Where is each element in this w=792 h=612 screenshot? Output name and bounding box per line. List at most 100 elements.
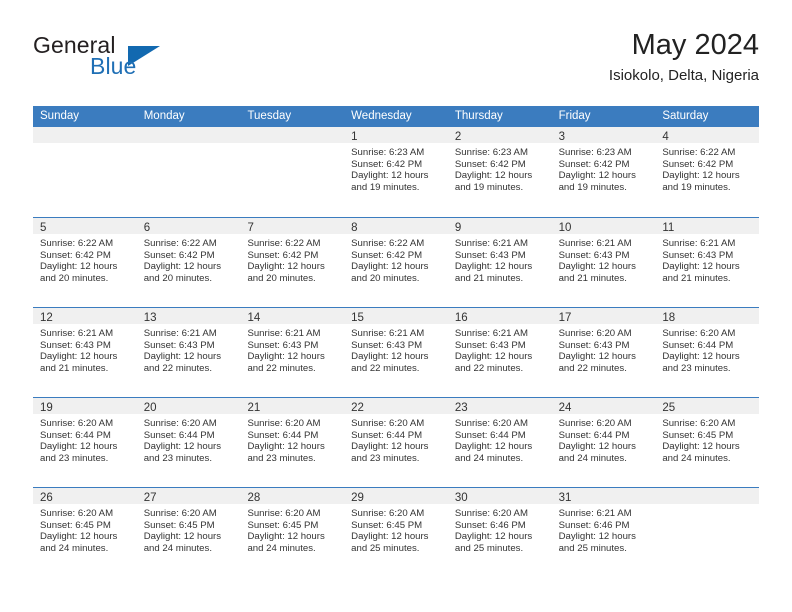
day-number-band: 6 — [136, 218, 241, 234]
sunrise-text: Sunrise: 6:20 AM — [662, 418, 736, 429]
sunrise-text: Sunrise: 6:22 AM — [40, 238, 114, 249]
day-number-band: 2 — [447, 127, 552, 143]
sunset-text: Sunset: 6:42 PM — [351, 158, 423, 170]
daylight-text-line2: and 19 minutes. — [351, 181, 420, 193]
daylight-text-line1: Daylight: 12 hours — [558, 261, 636, 273]
calendar-day-cell[interactable]: 28 Sunrise: 6:20 AM Sunset: 6:45 PM Dayligh… — [240, 488, 345, 577]
calendar-weeks: 1 Sunrise: 6:23 AM Sunset: 6:42 PM Daylight… — [33, 127, 760, 577]
calendar-day-cell[interactable]: 12 Sunrise: 6:21 AM Sunset: 6:43 PM Dayligh… — [33, 308, 137, 397]
day-number-band: 26 — [33, 488, 137, 504]
calendar-day-cell[interactable]: 15 Sunrise: 6:21 AM Sunset: 6:43 PM Dayligh… — [344, 308, 448, 397]
sunrise-text: Sunrise: 6:20 AM — [247, 508, 321, 519]
daylight-text-line1: Daylight: 12 hours — [351, 441, 429, 453]
daylight-text-line1: Daylight: 12 hours — [247, 351, 325, 363]
calendar-day-cell[interactable]: 21 Sunrise: 6:20 AM Sunset: 6:44 PM Dayligh… — [240, 398, 345, 487]
calendar-day-cell[interactable]: 26 Sunrise: 6:20 AM Sunset: 6:45 PM Dayligh… — [33, 488, 137, 577]
sunset-text: Sunset: 6:42 PM — [143, 249, 215, 261]
day-number-band: 4 — [655, 127, 760, 143]
sunset-text: Sunset: 6:43 PM — [351, 339, 423, 351]
calendar-day-cell[interactable]: 3 Sunrise: 6:23 AM Sunset: 6:42 PM Daylight… — [551, 127, 656, 217]
daylight-text-line2: and 24 minutes. — [558, 452, 627, 464]
calendar-day-cell[interactable]: 30 Sunrise: 6:20 AM Sunset: 6:46 PM Dayligh… — [447, 488, 552, 577]
weekday-header-thursday: Thursday — [454, 110, 503, 122]
calendar-day-cell[interactable]: 1 Sunrise: 6:23 AM Sunset: 6:42 PM Daylight… — [344, 127, 448, 217]
calendar-day-cell[interactable]: 20 Sunrise: 6:20 AM Sunset: 6:44 PM Dayligh… — [136, 398, 241, 487]
day-number-band: 18 — [655, 308, 760, 324]
sunset-text: Sunset: 6:43 PM — [662, 249, 734, 261]
day-number: 27 — [143, 492, 157, 504]
calendar-day-cell[interactable]: 10 Sunrise: 6:21 AM Sunset: 6:43 PM Dayligh… — [551, 218, 656, 307]
sunrise-text: Sunrise: 6:23 AM — [454, 147, 528, 158]
calendar-day-cell[interactable]: 17 Sunrise: 6:20 AM Sunset: 6:43 PM Dayligh… — [551, 308, 656, 397]
day-number: 4 — [662, 131, 669, 143]
daylight-text-line2: and 24 minutes. — [454, 452, 524, 464]
calendar-day-cell[interactable]: 24 Sunrise: 6:20 AM Sunset: 6:44 PM Dayligh… — [551, 398, 656, 487]
calendar-day-cell[interactable]: 16 Sunrise: 6:21 AM Sunset: 6:43 PM Dayligh… — [447, 308, 552, 397]
calendar-day-cell[interactable]: 4 Sunrise: 6:22 AM Sunset: 6:42 PM Daylight… — [655, 127, 760, 217]
day-sun-info: Sunrise: 6:22 AM Sunset: 6:42 PM Daylight:… — [655, 143, 759, 193]
calendar-day-cell[interactable]: 19 Sunrise: 6:20 AM Sunset: 6:44 PM Dayligh… — [33, 398, 137, 487]
daylight-text-line1: Daylight: 12 hours — [558, 351, 636, 363]
daylight-text-line1: Daylight: 12 hours — [454, 351, 533, 363]
calendar-day-cell[interactable]: 13 Sunrise: 6:21 AM Sunset: 6:43 PM Dayligh… — [136, 308, 241, 397]
sunset-text: Sunset: 6:44 PM — [143, 429, 215, 441]
day-number: 9 — [454, 222, 462, 234]
sunset-text: Sunset: 6:44 PM — [558, 429, 630, 441]
day-sun-info: Sunrise: 6:20 AM Sunset: 6:44 PM Daylight:… — [137, 414, 241, 464]
daylight-text-line1: Daylight: 12 hours — [143, 351, 222, 363]
day-number-band: 12 — [33, 308, 137, 324]
calendar-day-cell[interactable]: 31 Sunrise: 6:21 AM Sunset: 6:46 PM Dayligh… — [551, 488, 656, 577]
calendar-day-cell[interactable]: 8 Sunrise: 6:22 AM Sunset: 6:42 PM Daylight… — [344, 218, 448, 307]
calendar-day-cell[interactable]: 14 Sunrise: 6:21 AM Sunset: 6:43 PM Dayligh… — [240, 308, 345, 397]
daylight-text-line2: and 24 minutes. — [40, 542, 109, 554]
day-number-band: 20 — [136, 398, 241, 414]
weekday-header-sunday: Sunday — [40, 110, 80, 122]
daylight-text-line2: and 24 minutes. — [143, 542, 212, 554]
daylight-text-line1: Daylight: 12 hours — [454, 261, 533, 273]
day-number: 19 — [40, 402, 53, 414]
sunrise-text: Sunrise: 6:20 AM — [247, 418, 321, 429]
daylight-text-line1: Daylight: 12 hours — [454, 441, 533, 453]
daylight-text-line1: Daylight: 12 hours — [558, 531, 636, 543]
daylight-text-line1: Daylight: 12 hours — [558, 170, 636, 182]
daylight-text-line2: and 21 minutes. — [558, 272, 627, 284]
day-sun-info: Sunrise: 6:20 AM Sunset: 6:44 PM Daylight:… — [552, 414, 656, 464]
day-number: 11 — [662, 222, 675, 234]
calendar-day-cell[interactable]: 29 Sunrise: 6:20 AM Sunset: 6:45 PM Dayligh… — [344, 488, 448, 577]
calendar-day-cell[interactable]: 2 Sunrise: 6:23 AM Sunset: 6:42 PM Daylight… — [447, 127, 552, 217]
calendar-day-cell[interactable]: 27 Sunrise: 6:20 AM Sunset: 6:45 PM Dayligh… — [136, 488, 241, 577]
day-number: 12 — [40, 312, 53, 324]
sunrise-text: Sunrise: 6:21 AM — [558, 508, 632, 519]
calendar-day-cell[interactable]: 6 Sunrise: 6:22 AM Sunset: 6:42 PM Daylight… — [136, 218, 241, 307]
day-number: 7 — [247, 222, 254, 234]
daylight-text-line1: Daylight: 12 hours — [247, 261, 325, 273]
sunrise-text: Sunrise: 6:21 AM — [40, 328, 114, 339]
sunrise-text: Sunrise: 6:23 AM — [558, 147, 632, 158]
calendar-day-cell[interactable]: 18 Sunrise: 6:20 AM Sunset: 6:44 PM Dayligh… — [655, 308, 760, 397]
sunrise-text: Sunrise: 6:20 AM — [143, 418, 217, 429]
daylight-text-line2: and 22 minutes. — [558, 362, 627, 374]
day-number-band: 27 — [136, 488, 241, 504]
day-number: 26 — [40, 492, 53, 504]
day-number-band: 29 — [344, 488, 448, 504]
calendar-day-cell[interactable]: 22 Sunrise: 6:20 AM Sunset: 6:44 PM Dayligh… — [344, 398, 448, 487]
calendar-day-cell[interactable]: 7 Sunrise: 6:22 AM Sunset: 6:42 PM Daylight… — [240, 218, 345, 307]
calendar-day-cell[interactable]: 9 Sunrise: 6:21 AM Sunset: 6:43 PM Daylight… — [447, 218, 552, 307]
daylight-text-line2: and 19 minutes. — [558, 181, 627, 193]
day-number-band: 30 — [447, 488, 552, 504]
calendar-day-cell[interactable]: 23 Sunrise: 6:20 AM Sunset: 6:44 PM Dayligh… — [447, 398, 552, 487]
day-number-band: 14 — [240, 308, 345, 324]
day-sun-info: Sunrise: 6:20 AM Sunset: 6:45 PM Daylight:… — [33, 504, 137, 554]
calendar-grid: Sunday Monday Tuesday Wednesday Thursday… — [33, 106, 760, 577]
day-number-band: 9 — [447, 218, 552, 234]
calendar-day-cell-empty — [136, 127, 241, 217]
daylight-text-line1: Daylight: 12 hours — [143, 261, 222, 273]
sunrise-text: Sunrise: 6:20 AM — [662, 328, 736, 339]
sunset-text: Sunset: 6:44 PM — [662, 339, 734, 351]
day-sun-info: Sunrise: 6:21 AM Sunset: 6:43 PM Daylight:… — [240, 324, 344, 374]
calendar-day-cell[interactable]: 25 Sunrise: 6:20 AM Sunset: 6:45 PM Dayligh… — [655, 398, 760, 487]
calendar-day-cell[interactable]: 5 Sunrise: 6:22 AM Sunset: 6:42 PM Daylight… — [33, 218, 137, 307]
day-number: 30 — [454, 492, 468, 504]
calendar-day-cell[interactable]: 11 Sunrise: 6:21 AM Sunset: 6:43 PM Dayligh… — [655, 218, 760, 307]
daylight-text-line1: Daylight: 12 hours — [454, 531, 533, 543]
